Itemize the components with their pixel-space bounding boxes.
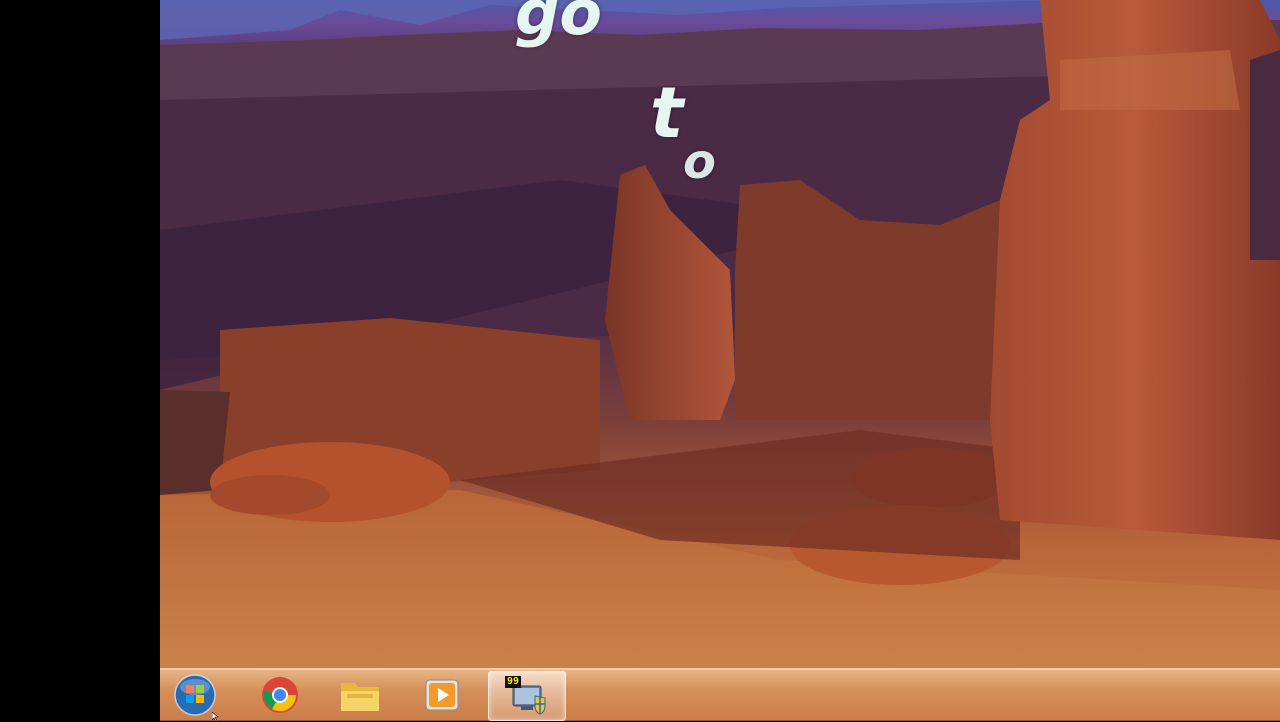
app-badge: 99 [505,676,522,688]
media-player-icon [425,679,459,711]
taskbar: 99 [160,668,1280,721]
left-black-bar [0,0,160,720]
desktop-wallpaper[interactable]: go t o [160,0,1280,720]
wallpaper-scene [160,0,1280,720]
overlay-text-o: o [683,134,716,190]
folder-icon [341,683,379,711]
active-app-taskbar-button[interactable]: 99 [488,671,566,721]
windows-orb-icon [174,674,216,716]
chrome-taskbar-button[interactable] [242,671,318,719]
overlay-text-go: go [515,0,602,49]
overlay-text-t: t [650,72,684,154]
chrome-icon [262,677,298,713]
mouse-cursor-icon [212,712,219,722]
explorer-taskbar-button[interactable] [322,671,398,719]
media-player-taskbar-button[interactable] [404,671,480,719]
